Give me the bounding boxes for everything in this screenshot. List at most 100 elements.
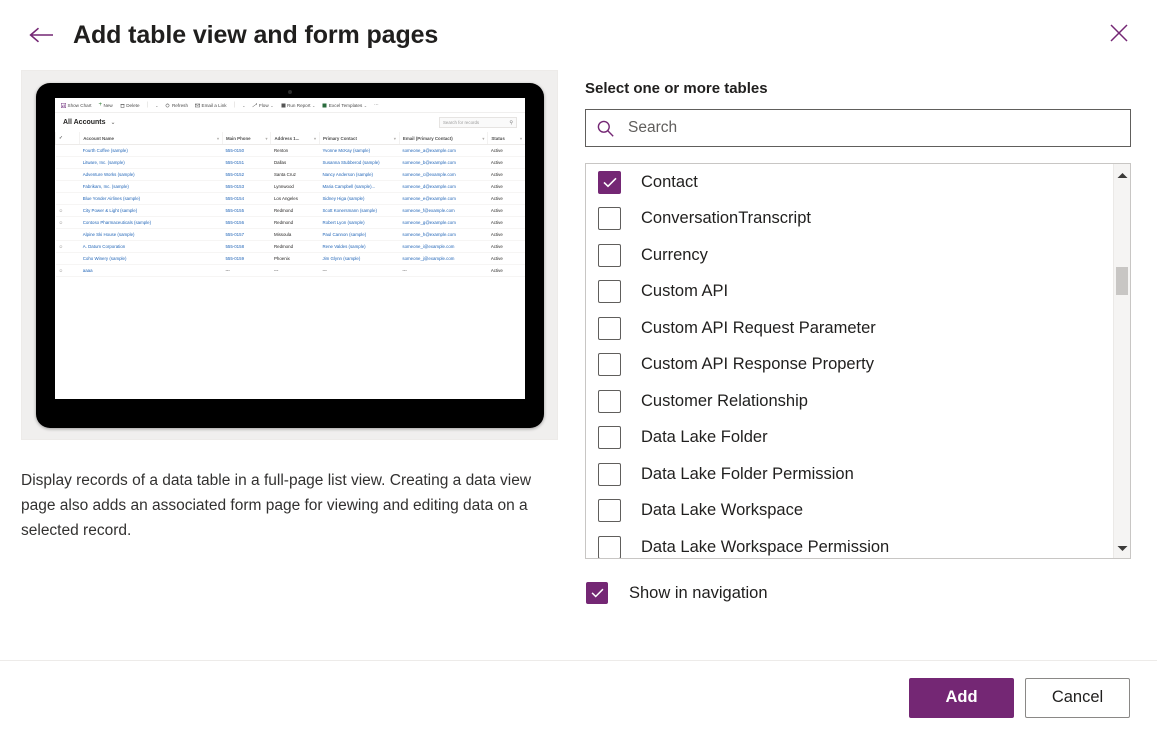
list-item-label: Custom API Response Property <box>641 355 874 374</box>
mock-command-bar: Show Chart + New Delete | ⌄ Refresh Emai… <box>55 98 525 113</box>
cell-status: Active <box>487 228 525 241</box>
cell-email: someone_a@example.com <box>399 144 488 157</box>
cell-contact: --- <box>319 264 400 277</box>
row-person-icon <box>55 156 80 169</box>
cell-status: Active <box>487 252 525 265</box>
list-item-data-lake-folder[interactable]: Data Lake Folder <box>586 420 1113 457</box>
checkbox-icon[interactable] <box>598 207 621 231</box>
list-item-label: Customer Relationship <box>641 391 808 410</box>
checkbox-icon[interactable] <box>598 170 621 194</box>
table-row: Fabrikam, Inc. (sample) 555-0153 Lynnwood M… <box>55 180 525 193</box>
cell-phone: 555-0150 <box>222 144 271 157</box>
arrow-left-icon <box>28 25 54 45</box>
cell-address: Renton <box>270 144 320 157</box>
cell-email: someone_j@example.com <box>399 252 488 265</box>
checkbox-icon[interactable] <box>598 353 621 377</box>
cell-name: Fourth Coffee (sample) <box>79 144 223 157</box>
mock-col-label: Account Name <box>83 135 114 141</box>
search-icon <box>596 119 615 138</box>
tablet-mockup: Show Chart + New Delete | ⌄ Refresh Emai… <box>36 83 544 428</box>
cell-status: Active <box>487 156 525 169</box>
cell-address: Phoenix <box>270 252 320 265</box>
table-row: ☺ A. Datum Corporation 555-0158 Redmond Rene… <box>55 240 525 253</box>
dialog-footer: Add Cancel <box>0 660 1157 734</box>
list-item-custom-api-response-property[interactable]: Custom API Response Property <box>586 347 1113 384</box>
add-button[interactable]: Add <box>909 677 1014 718</box>
checkbox-icon[interactable] <box>598 535 621 558</box>
row-person-icon <box>55 228 80 241</box>
checkbox-icon[interactable] <box>598 280 621 304</box>
mock-col-main-phone: ▾ Main Phone <box>221 132 271 145</box>
mock-cmd-run-report: Run Report ⌄ <box>281 102 315 108</box>
mock-col-address: ▾ Address 1... <box>270 132 320 145</box>
mock-table-body: Fourth Coffee (sample) 555-0150 Renton Yvon… <box>55 144 525 277</box>
cell-address: --- <box>270 264 320 277</box>
cell-phone: 555-0154 <box>222 192 271 205</box>
search-input[interactable] <box>626 118 1120 138</box>
cell-contact: Yvonne McKay (sample) <box>319 144 400 157</box>
close-button[interactable] <box>1103 19 1135 51</box>
mock-col-primary-contact: ▾ Primary Contact <box>318 132 400 145</box>
mock-cmd-label: Show Chart <box>67 102 92 108</box>
back-button[interactable] <box>26 20 56 50</box>
list-item-customer-relationship[interactable]: Customer Relationship <box>586 383 1113 420</box>
cell-contact: Jim Glynn (sample) <box>319 252 400 265</box>
tablet-screen: Show Chart + New Delete | ⌄ Refresh Emai… <box>55 98 525 399</box>
mock-col-email: ▾ Email (Primary Contact) <box>398 132 488 145</box>
list-item-custom-api-request-parameter[interactable]: Custom API Request Parameter <box>586 310 1113 347</box>
select-tables-label: Select one or more tables <box>585 80 768 97</box>
checkbox-icon[interactable] <box>586 582 608 604</box>
search-field[interactable] <box>585 109 1131 147</box>
tablet-camera-icon <box>288 90 292 94</box>
flow-icon <box>252 102 258 108</box>
cell-address: Redmond <box>270 204 320 217</box>
cell-name: City Power & Light (sample) <box>79 204 223 217</box>
mock-col-label: Main Phone <box>225 135 251 141</box>
list-item-conversationtranscript[interactable]: ConversationTranscript <box>586 201 1113 238</box>
checkbox-icon[interactable] <box>598 389 621 413</box>
close-icon <box>1108 22 1130 49</box>
cell-status: Active <box>487 168 525 181</box>
list-item-currency[interactable]: Currency <box>586 237 1113 274</box>
cell-phone: 555-0156 <box>222 216 271 229</box>
cell-contact: Maria Campbell (sample)... <box>319 180 400 193</box>
tables-listbox[interactable]: Contact ConversationTranscript Currency … <box>585 163 1131 559</box>
checkbox-icon[interactable] <box>598 316 621 340</box>
row-person-icon <box>55 168 80 181</box>
mock-cmd-show-chart: Show Chart <box>61 102 92 108</box>
row-person-icon <box>55 180 80 193</box>
cell-name: Litware, Inc. (sample) <box>79 156 223 169</box>
checkbox-icon[interactable] <box>598 243 621 267</box>
list-scrollbar[interactable] <box>1113 164 1130 558</box>
preview-pane: Show Chart + New Delete | ⌄ Refresh Emai… <box>21 70 558 660</box>
show-in-navigation-row[interactable]: Show in navigation <box>585 582 1131 604</box>
list-item-data-lake-folder-permission[interactable]: Data Lake Folder Permission <box>586 456 1113 493</box>
scrollbar-thumb[interactable] <box>1116 267 1128 295</box>
cell-status: Active <box>487 180 525 193</box>
dialog-header: Add table view and form pages <box>0 0 1157 70</box>
checkbox-icon[interactable] <box>598 462 621 486</box>
cell-contact: Sidney Higa (sample) <box>319 192 400 205</box>
mock-cmd-label: Run Report <box>287 102 311 108</box>
table-row: Litware, Inc. (sample) 555-0151 Dallas Susa… <box>55 156 525 169</box>
cell-contact: Robert Lyon (sample) <box>319 216 400 229</box>
list-item-data-lake-workspace-permission[interactable]: Data Lake Workspace Permission <box>586 529 1113 558</box>
table-row: ☺ aaaa --- --- --- --- Active <box>55 264 525 277</box>
list-item-data-lake-workspace[interactable]: Data Lake Workspace <box>586 493 1113 530</box>
show-in-navigation-label: Show in navigation <box>629 583 768 602</box>
scroll-down-button[interactable] <box>1114 539 1130 556</box>
cell-contact: Susanna Stubberod (sample) <box>319 156 400 169</box>
checkbox-icon[interactable] <box>598 426 621 450</box>
checkbox-icon[interactable] <box>598 499 621 523</box>
chevron-down-icon: ⌄ <box>363 102 368 108</box>
cell-address: Missoula <box>270 228 320 241</box>
scroll-up-button[interactable] <box>1114 166 1130 183</box>
cell-phone: 555-0155 <box>222 204 271 217</box>
table-row: Adventure Works (sample) 555-0152 Santa Cr… <box>55 168 525 181</box>
cell-phone: --- <box>222 264 271 277</box>
cell-email: someone_i@example.com <box>399 240 488 253</box>
chevron-down-icon: ⌄ <box>110 120 116 126</box>
list-item-contact[interactable]: Contact <box>586 164 1113 201</box>
cancel-button[interactable]: Cancel <box>1025 677 1130 718</box>
list-item-custom-api[interactable]: Custom API <box>586 274 1113 311</box>
